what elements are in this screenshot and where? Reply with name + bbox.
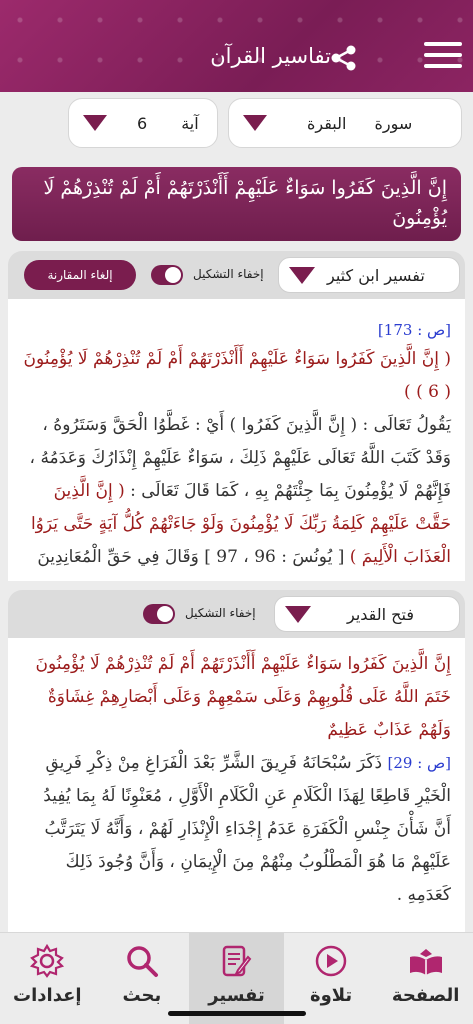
tafsir-panel-1-content: [ص : 173] ( إِنَّ الَّذِينَ كَفَرُوا سَو… — [8, 299, 465, 581]
hide-diacritics-label-2: إخفاء التشكيل — [185, 606, 256, 620]
page-title: تفاسير القرآن — [210, 44, 331, 68]
search-icon — [127, 946, 158, 977]
nav-search-label: بحث — [122, 985, 162, 1006]
share-icon[interactable] — [330, 44, 358, 72]
nav-tafsir-label: تفسير — [208, 985, 265, 1006]
verse-banner: إِنَّ الَّذِينَ كَفَرُوا سَوَاءٌ عَلَيْه… — [12, 167, 461, 241]
nav-recitation-label: تلاوة — [309, 985, 353, 1006]
hide-diacritics-toggle-1[interactable] — [151, 265, 183, 285]
verse-selectors: 6 آية البقرة سورة — [68, 98, 462, 150]
document-edit-icon — [223, 945, 252, 977]
aya-value: 6 — [137, 113, 148, 133]
aya-selector[interactable]: 6 آية — [68, 98, 218, 148]
sura-value: البقرة — [307, 113, 347, 133]
tafsir-panel-2-toolbar: إخفاء التشكيل فتح القدير — [8, 590, 465, 638]
tafsir-name-2: فتح القدير — [347, 604, 414, 624]
tafsir-panel-1-toolbar: إلغاء المقارنة إخفاء التشكيل تفسير ابن ك… — [8, 251, 465, 299]
sura-dropdown-icon — [243, 115, 267, 131]
sura-selector[interactable]: البقرة سورة — [228, 98, 462, 148]
gear-icon — [30, 943, 65, 978]
nav-home[interactable]: الصفحة — [378, 933, 473, 1024]
app-header: تفاسير القرآن — [0, 0, 473, 92]
sura-label: سورة — [374, 113, 413, 133]
tafsir-dropdown-icon-2 — [285, 605, 311, 623]
quran-book-icon — [409, 949, 442, 975]
tafsir-panel-2-content: إِنَّ الَّذِينَ كَفَرُوا سَوَاءٌ عَلَيْه… — [8, 638, 465, 932]
play-icon — [315, 945, 347, 977]
verse-text-1: ( إِنَّ الَّذِينَ كَفَرُوا سَوَاءٌ عَلَي… — [23, 349, 452, 402]
bottom-navigation: إعدادات بحث تفسير تلاوة الصفحة — [0, 932, 473, 1024]
nav-home-label: الصفحة — [391, 985, 460, 1006]
page-reference-2: [ص : 29] — [387, 754, 451, 772]
tafsir-selector-2[interactable]: فتح القدير — [274, 596, 460, 632]
menu-icon[interactable] — [424, 42, 462, 72]
cancel-comparison-button[interactable]: إلغاء المقارنة — [24, 260, 136, 290]
tafsir-text-2a: ذَكَرَ سُبْحَانَهُ فَرِيقَ الشَّرِّ بَعْ… — [43, 753, 451, 905]
tafsir-text-1b: [ يُونُسَ : 96 ، 97 ] وَقَالَ فِي حَقِّ … — [37, 547, 345, 567]
tafsir-dropdown-icon-1 — [289, 266, 315, 284]
aya-label: آية — [181, 113, 199, 133]
page-reference-1: [ص : 173] — [377, 321, 451, 339]
verse-text-2: إِنَّ الَّذِينَ كَفَرُوا سَوَاءٌ عَلَيْه… — [35, 654, 451, 740]
nav-settings[interactable]: إعدادات — [0, 933, 95, 1024]
hide-diacritics-label-1: إخفاء التشكيل — [193, 267, 264, 281]
tafsir-selector-1[interactable]: تفسير ابن كثير — [278, 257, 460, 293]
aya-dropdown-icon — [83, 115, 107, 131]
hide-diacritics-toggle-2[interactable] — [143, 604, 175, 624]
tafsir-name-1: تفسير ابن كثير — [327, 265, 425, 285]
nav-settings-label: إعدادات — [13, 985, 82, 1006]
home-indicator — [168, 1011, 306, 1016]
